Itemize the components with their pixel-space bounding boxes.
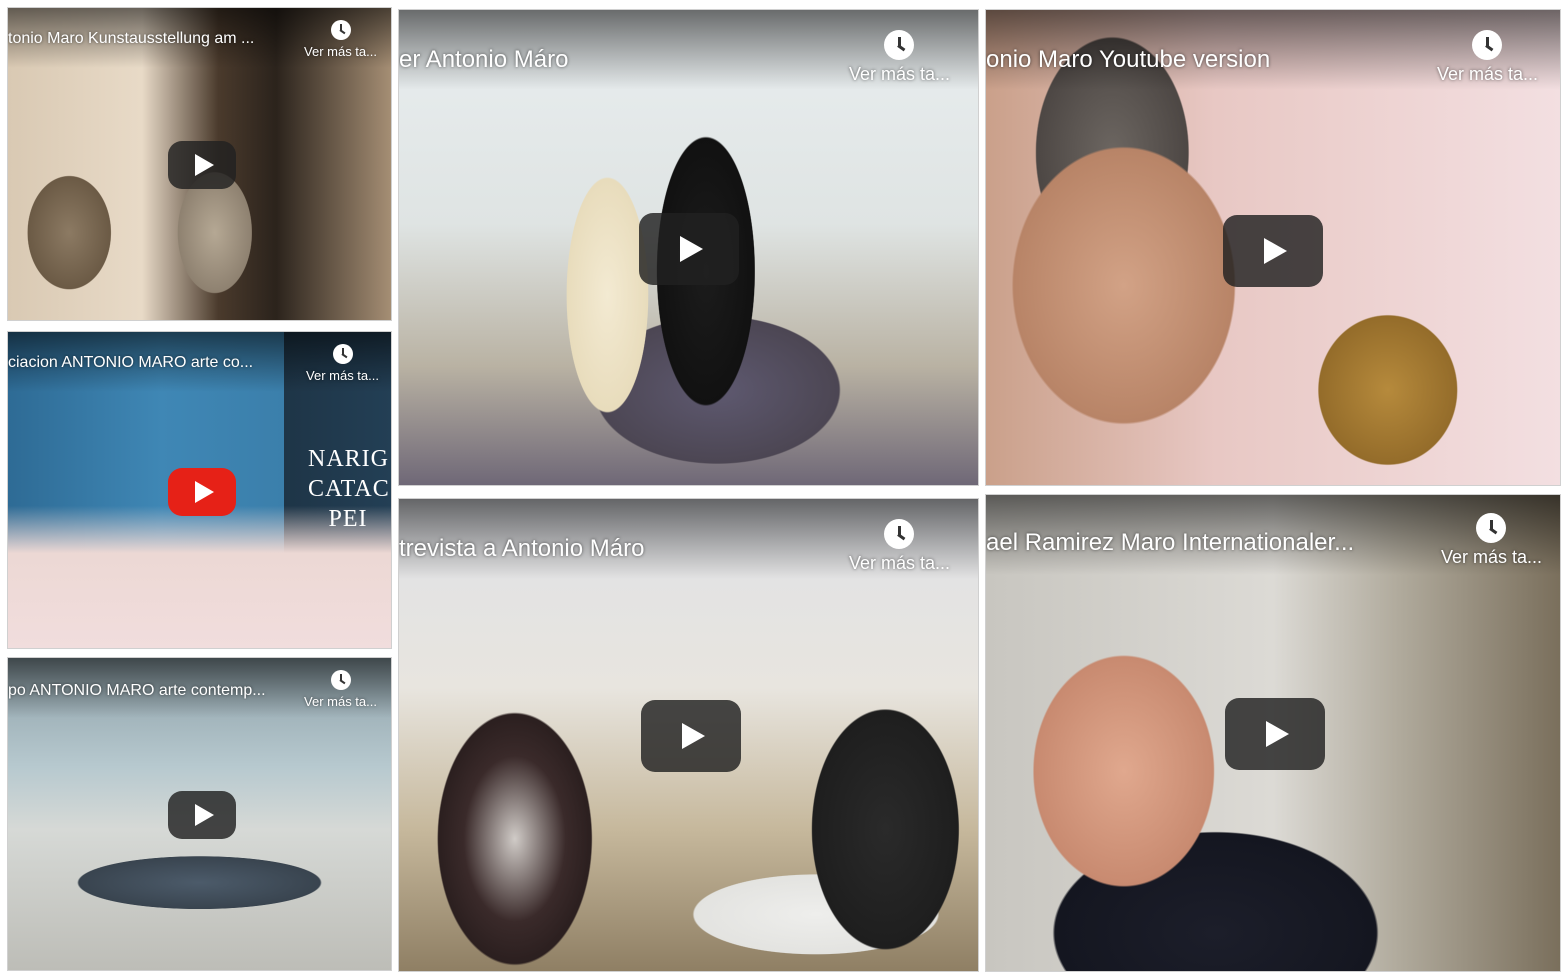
watch-later-button[interactable]: Ver más ta...: [849, 30, 950, 85]
watch-later-label: Ver más ta...: [306, 368, 379, 383]
thumbnail-overlay-text: NARIG CATAC PEI: [308, 444, 390, 534]
play-button[interactable]: [641, 700, 741, 772]
watch-later-label: Ver más ta...: [304, 44, 377, 59]
watch-later-label: Ver más ta...: [304, 694, 377, 709]
video-title[interactable]: po ANTONIO MARO arte contemp...: [8, 682, 293, 700]
video-collage: tonio Maro Kunstausstellung am ... Ver m…: [0, 0, 1568, 980]
watch-later-button[interactable]: Ver más ta...: [849, 519, 950, 574]
overlay-line: PEI: [328, 506, 368, 532]
play-button[interactable]: [1223, 215, 1323, 287]
play-icon: [194, 154, 214, 176]
video-thumbnail-entrevista[interactable]: trevista a Antonio Máro Ver más ta...: [398, 498, 979, 972]
video-thumbnail-grupo[interactable]: po ANTONIO MARO arte contemp... Ver más …: [7, 657, 392, 971]
clock-icon: [330, 670, 351, 690]
video-thumbnail-antonio-maro[interactable]: er Antonio Máro Ver más ta...: [398, 9, 979, 486]
video-title[interactable]: ciacion ANTONIO MARO arte co...: [8, 354, 293, 372]
clock-icon: [332, 344, 353, 364]
watch-later-button[interactable]: Ver más ta...: [304, 670, 377, 709]
video-title[interactable]: er Antonio Máro: [399, 46, 829, 74]
play-icon: [194, 804, 214, 826]
video-thumbnail-internationaler[interactable]: ael Ramirez Maro Internationaler... Ver …: [985, 494, 1561, 972]
watch-later-button[interactable]: Ver más ta...: [1441, 513, 1542, 568]
clock-icon: [330, 20, 351, 40]
play-icon: [194, 481, 214, 503]
play-icon: [681, 723, 705, 749]
clock-icon: [1476, 513, 1507, 543]
clock-icon: [1472, 30, 1503, 60]
watch-later-button[interactable]: Ver más ta...: [1437, 30, 1538, 85]
watch-later-label: Ver más ta...: [848, 64, 950, 84]
clock-icon: [884, 519, 915, 549]
video-title[interactable]: ael Ramirez Maro Internationaler...: [986, 529, 1404, 557]
watch-later-label: Ver más ta...: [1440, 547, 1542, 567]
play-button[interactable]: [1225, 698, 1325, 770]
video-thumbnail-kunstausstellung[interactable]: tonio Maro Kunstausstellung am ... Ver m…: [7, 7, 392, 321]
watch-later-label: Ver más ta...: [848, 553, 950, 573]
play-icon: [1265, 721, 1289, 747]
play-icon: [1263, 238, 1287, 264]
video-thumbnail-asociacion[interactable]: ciacion ANTONIO MARO arte co... Ver más …: [7, 331, 392, 649]
overlay-line: CATAC: [308, 476, 390, 502]
play-icon: [679, 236, 703, 262]
watch-later-label: Ver más ta...: [1436, 64, 1538, 84]
play-button[interactable]: [168, 141, 236, 189]
play-button[interactable]: [168, 791, 236, 839]
clock-icon: [884, 30, 915, 60]
video-thumbnail-youtube-version[interactable]: onio Maro Youtube version Ver más ta...: [985, 9, 1561, 486]
video-title[interactable]: tonio Maro Kunstausstellung am ...: [8, 30, 293, 48]
video-title[interactable]: onio Maro Youtube version: [986, 46, 1416, 74]
play-button[interactable]: [639, 213, 739, 285]
overlay-line: NARIG: [308, 446, 389, 472]
watch-later-button[interactable]: Ver más ta...: [306, 344, 379, 383]
watch-later-button[interactable]: Ver más ta...: [304, 20, 377, 59]
play-button[interactable]: [168, 468, 236, 516]
video-title[interactable]: trevista a Antonio Máro: [399, 535, 829, 563]
